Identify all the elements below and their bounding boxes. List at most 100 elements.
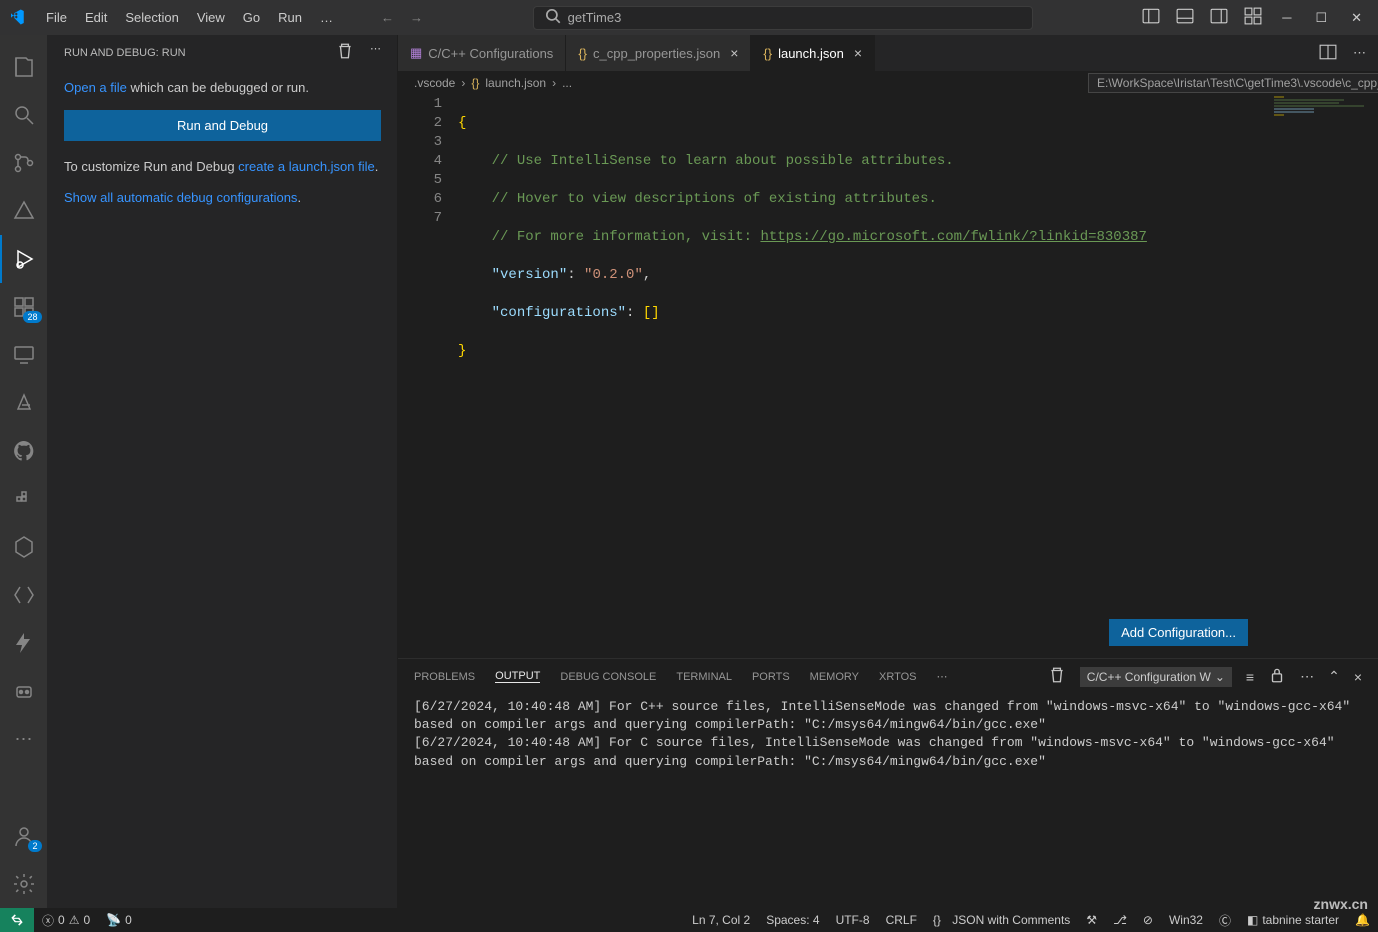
toggle-secondary-sidebar-icon[interactable] <box>1210 7 1228 28</box>
clear-output-icon[interactable] <box>1048 666 1066 687</box>
maximize-icon[interactable]: ☐ <box>1315 10 1327 26</box>
status-spaces[interactable]: Spaces: 4 <box>758 913 827 927</box>
close-panel-icon[interactable]: × <box>1354 669 1362 685</box>
open-file-rest: which can be debugged or run. <box>127 80 309 95</box>
tab-c-cpp-properties[interactable]: {} c_cpp_properties.json × <box>566 35 751 71</box>
code-editor[interactable]: 1 2 3 4 5 6 7 { // Use IntelliSense to l… <box>398 95 1378 658</box>
open-file-link[interactable]: Open a file <box>64 80 127 95</box>
menu-bar: File Edit Selection View Go Run … <box>38 6 341 29</box>
menu-view[interactable]: View <box>189 6 233 29</box>
bolt-icon[interactable] <box>0 619 48 667</box>
panel-tab-xrtos[interactable]: XRTOS <box>879 671 917 683</box>
status-tabnine[interactable]: ◧ tabnine starter <box>1239 913 1347 927</box>
chevron-right-icon: › <box>461 76 465 90</box>
nav-forward-icon[interactable]: → <box>410 10 423 25</box>
status-build-icon[interactable]: ⚒ <box>1078 913 1105 927</box>
status-no-sync-icon[interactable]: ⊘ <box>1135 913 1161 927</box>
github-icon[interactable] <box>0 427 48 475</box>
panel-tab-more-icon[interactable]: ⋯ <box>936 670 947 683</box>
status-ports[interactable]: 📡0 <box>98 913 140 927</box>
maximize-panel-icon[interactable]: ⌃ <box>1328 668 1340 685</box>
tab-close-icon[interactable]: × <box>854 46 862 60</box>
add-configuration-button[interactable]: Add Configuration... <box>1109 619 1248 646</box>
remote-explorer-icon[interactable] <box>0 331 48 379</box>
panel-tab-problems[interactable]: PROBLEMS <box>414 671 475 683</box>
search-input[interactable]: getTime3 <box>533 6 1033 30</box>
hexagon-icon[interactable] <box>0 523 48 571</box>
bottom-panel: PROBLEMS OUTPUT DEBUG CONSOLE TERMINAL P… <box>398 658 1378 908</box>
accounts-icon[interactable]: 2 <box>0 812 48 860</box>
extensions-icon[interactable]: 28 <box>0 283 48 331</box>
customize-layout-icon[interactable] <box>1244 7 1262 28</box>
create-launch-link[interactable]: create a launch.json file <box>238 159 375 174</box>
panel-tab-terminal[interactable]: TERMINAL <box>676 671 732 683</box>
code-lines[interactable]: { // Use IntelliSense to learn about pos… <box>458 95 1378 658</box>
breadcrumbs[interactable]: .vscode › {} launch.json › ... E:\WorkSp… <box>398 71 1378 95</box>
editor-more-icon[interactable]: ⋯ <box>1353 45 1366 61</box>
breadcrumb-folder[interactable]: .vscode <box>414 76 455 90</box>
nav-arrows: ← → <box>381 10 423 25</box>
panel-tab-debug-console[interactable]: DEBUG CONSOLE <box>560 671 656 683</box>
customize-line: To customize Run and Debug create a laun… <box>64 157 381 177</box>
search-icon[interactable] <box>0 91 48 139</box>
toggle-panel-icon[interactable] <box>1176 7 1194 28</box>
toggle-primary-sidebar-icon[interactable] <box>1142 7 1160 28</box>
tab-c-cpp-config[interactable]: ▦ C/C++ Configurations <box>398 35 566 71</box>
command-center: getTime3 <box>423 6 1142 30</box>
menu-run[interactable]: Run <box>270 6 310 29</box>
menu-go[interactable]: Go <box>235 6 268 29</box>
json-icon: {} <box>763 46 772 61</box>
menu-selection[interactable]: Selection <box>117 6 186 29</box>
docker-icon[interactable] <box>0 475 48 523</box>
output-channel-dropdown[interactable]: C/C++ Configuration W ⌄ <box>1080 667 1232 687</box>
cmake-icon[interactable] <box>0 187 48 235</box>
status-git-icon[interactable]: ⎇ <box>1105 913 1135 927</box>
settings-icon[interactable] <box>0 860 48 908</box>
status-language[interactable]: {} JSON with Comments <box>925 913 1078 927</box>
azure-icon[interactable] <box>0 379 48 427</box>
status-bell-icon[interactable]: 🔔 <box>1347 913 1378 927</box>
editor-tabs: ▦ C/C++ Configurations {} c_cpp_properti… <box>398 35 1378 71</box>
bracket-icon[interactable] <box>0 571 48 619</box>
trash-icon[interactable] <box>336 42 354 63</box>
more-icon[interactable]: ⋯ <box>0 715 48 763</box>
tab-icon: ▦ <box>410 45 422 61</box>
minimap[interactable] <box>1268 95 1378 658</box>
vscode-logo-icon <box>8 8 28 28</box>
menu-edit[interactable]: Edit <box>77 6 115 29</box>
remote-indicator[interactable] <box>0 908 34 932</box>
tab-launch-json[interactable]: {} launch.json × <box>751 35 875 71</box>
status-platform[interactable]: Win32 <box>1161 913 1211 927</box>
robot-icon[interactable] <box>0 667 48 715</box>
panel-more-icon[interactable]: ⋯ <box>1300 668 1314 685</box>
line-number: 2 <box>398 114 442 133</box>
status-eol[interactable]: CRLF <box>878 913 925 927</box>
status-c-icon[interactable]: Ⓒ <box>1211 912 1239 929</box>
menu-file[interactable]: File <box>38 6 75 29</box>
close-icon[interactable]: ✕ <box>1351 10 1362 26</box>
tab-close-icon[interactable]: × <box>730 46 738 60</box>
status-encoding[interactable]: UTF-8 <box>828 913 878 927</box>
lock-icon[interactable] <box>1268 666 1286 687</box>
split-editor-icon[interactable] <box>1319 43 1337 64</box>
panel-tab-ports[interactable]: PORTS <box>752 671 790 683</box>
show-all-link[interactable]: Show all automatic debug configurations <box>64 190 297 205</box>
explorer-icon[interactable] <box>0 43 48 91</box>
panel-tab-output[interactable]: OUTPUT <box>495 670 540 683</box>
panel-tab-memory[interactable]: MEMORY <box>810 671 859 683</box>
source-control-icon[interactable] <box>0 139 48 187</box>
breadcrumb-file[interactable]: launch.json <box>485 76 546 90</box>
run-debug-icon[interactable] <box>0 235 48 283</box>
output-content[interactable]: [6/27/2024, 10:40:48 AM] For C++ source … <box>398 694 1378 908</box>
filter-icon[interactable]: ≡ <box>1246 669 1254 685</box>
menu-more[interactable]: … <box>312 6 341 29</box>
status-ln-col[interactable]: Ln 7, Col 2 <box>684 913 758 927</box>
status-errors[interactable]: ⓧ0 ⚠0 <box>34 912 98 929</box>
minimize-icon[interactable]: ─ <box>1282 10 1291 26</box>
run-debug-button[interactable]: Run and Debug <box>64 110 381 141</box>
panel-more-icon[interactable]: ⋯ <box>370 42 381 63</box>
search-text: getTime3 <box>568 10 622 25</box>
nav-back-icon[interactable]: ← <box>381 10 394 25</box>
breadcrumb-more[interactable]: ... <box>562 76 572 90</box>
line-gutter: 1 2 3 4 5 6 7 <box>398 95 458 658</box>
